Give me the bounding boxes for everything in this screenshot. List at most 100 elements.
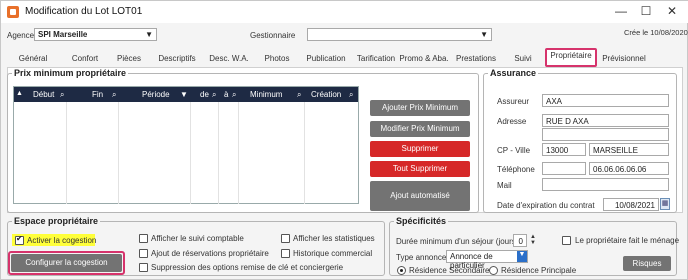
residence-secondaire-label: Résidence Secondaire (409, 266, 490, 275)
sort-icon[interactable]: ▲ (16, 90, 23, 97)
table-header: ▲ Début ⌕ Fin ⌕ Période ▼ de ⌕ à ⌕ Minim… (14, 87, 358, 102)
col-minimum[interactable]: Minimum (250, 90, 282, 99)
col-a[interactable]: à (224, 90, 228, 99)
historique-label: Historique commercial (293, 249, 373, 258)
tab-desc-wa[interactable]: Desc. W.A. (207, 51, 251, 67)
tab-proprietaire[interactable]: Propriétaire (545, 48, 597, 67)
tab-bar: Général Confort Pièces Descriptifs Desc.… (9, 48, 681, 67)
col-fin[interactable]: Fin (92, 90, 103, 99)
calendar-icon[interactable]: ▦ (660, 198, 670, 210)
adresse-label: Adresse (497, 117, 527, 126)
type-annonce-combo[interactable]: Annonce de particulier ▼ (446, 250, 528, 270)
column-divider (190, 102, 191, 204)
search-icon[interactable]: ⌕ (232, 90, 236, 100)
adresse-field-1[interactable]: RUE D AXA (542, 114, 669, 127)
agence-label: Agence (7, 31, 35, 40)
gestionnaire-combo[interactable]: ▼ (307, 28, 492, 41)
spinner-icon[interactable]: ▲ ▼ (529, 234, 537, 247)
tab-publication[interactable]: Publication (303, 51, 349, 67)
duree-label: Durée minimum d'un séjour (jours) (396, 237, 519, 246)
residence-secondaire-radio[interactable] (397, 266, 406, 275)
ajout-automatise-button[interactable]: Ajout automatisé (370, 181, 470, 211)
search-icon[interactable]: ⌕ (60, 90, 64, 100)
tab-photos[interactable]: Photos (259, 51, 295, 67)
expiration-label: Date d'expiration du contrat (497, 201, 595, 210)
tab-prestations[interactable]: Prestations (451, 51, 501, 67)
col-de[interactable]: de (200, 90, 209, 99)
prix-minimum-legend: Prix minimum propriétaire (14, 68, 127, 78)
risques-button[interactable]: Risques (623, 256, 671, 271)
tout-supprimer-button[interactable]: Tout Supprimer (370, 161, 470, 177)
tab-confort[interactable]: Confort (65, 51, 105, 67)
statistiques-label: Afficher les statistiques (293, 234, 375, 243)
search-icon[interactable]: ⌕ (349, 90, 353, 100)
modifier-prix-button[interactable]: Modifier Prix Minimum (370, 121, 470, 137)
minimize-button[interactable]: — (613, 4, 629, 18)
tab-descriptifs[interactable]: Descriptifs (155, 51, 199, 67)
search-icon[interactable]: ⌕ (297, 90, 301, 100)
residence-principale-label: Résidence Principale (501, 266, 577, 275)
agence-combo[interactable]: SPI Marseille ▼ (34, 28, 157, 41)
column-divider (238, 102, 239, 204)
cp-ville-label: CP - Ville (497, 146, 531, 155)
activer-cogestion-checkbox[interactable] (15, 234, 24, 245)
search-icon[interactable]: ⌕ (212, 90, 216, 100)
configurer-cogestion-button[interactable]: Configurer la cogestion (11, 254, 122, 272)
mail-field[interactable] (542, 178, 669, 191)
close-button[interactable]: ✕ (664, 4, 680, 18)
adresse-field-2[interactable] (542, 128, 669, 141)
assurance-legend: Assurance (490, 68, 537, 78)
col-debut[interactable]: Début (33, 90, 54, 99)
window-title: Modification du Lot LOT01 (25, 6, 143, 17)
suivi-comptable-label: Afficher le suivi comptable (151, 234, 244, 243)
supprimer-button[interactable]: Supprimer (370, 141, 470, 157)
col-periode[interactable]: Période (142, 90, 170, 99)
tab-general[interactable]: Général (13, 51, 53, 67)
type-annonce-label: Type annonce (396, 253, 447, 262)
espace-proprietaire-legend: Espace propriétaire (14, 216, 99, 226)
ajout-reservations-checkbox[interactable] (139, 249, 148, 258)
search-icon[interactable]: ⌕ (112, 90, 116, 100)
chevron-down-icon: ▼ (145, 30, 153, 39)
historique-checkbox[interactable] (281, 249, 290, 258)
tab-tarification[interactable]: Tarification (353, 51, 399, 67)
tab-previsionnel[interactable]: Prévisionnel (599, 51, 649, 67)
cp-field[interactable]: 13000 (542, 143, 586, 156)
column-divider (118, 102, 119, 204)
duree-field[interactable]: 0 (513, 234, 527, 247)
telephone-prefix-field[interactable] (542, 162, 586, 175)
column-divider (304, 102, 305, 204)
title-bar: Modification du Lot LOT01 — ☐ ✕ (1, 1, 688, 23)
gestionnaire-label: Gestionnaire (250, 31, 296, 40)
ville-field[interactable]: MARSEILLE (589, 143, 669, 156)
tab-suivi[interactable]: Suivi (505, 51, 541, 67)
assureur-field[interactable]: AXA (542, 94, 669, 107)
assureur-label: Assureur (497, 97, 530, 106)
agence-value: SPI Marseille (38, 30, 88, 39)
suppression-options-checkbox[interactable] (139, 263, 148, 272)
column-divider (218, 102, 219, 204)
residence-principale-radio[interactable] (489, 266, 498, 275)
telephone-label: Téléphone (497, 165, 535, 174)
created-date: Crée le 10/08/2020 (624, 28, 688, 37)
chevron-down-icon: ▼ (517, 251, 527, 262)
chevron-down-icon: ▼ (480, 30, 488, 39)
filter-icon[interactable]: ▼ (180, 90, 188, 99)
specificites-legend: Spécificités (396, 216, 447, 226)
tab-promo[interactable]: Promo & Aba. (399, 51, 449, 67)
window: Modification du Lot LOT01 — ☐ ✕ Agence S… (0, 0, 688, 280)
suivi-comptable-checkbox[interactable] (139, 234, 148, 243)
tab-pieces[interactable]: Pièces (111, 51, 147, 67)
statistiques-checkbox[interactable] (281, 234, 290, 243)
ajout-reservations-label: Ajout de réservations propriétaire (151, 249, 269, 258)
mail-label: Mail (497, 181, 512, 190)
maximize-button[interactable]: ☐ (638, 4, 654, 18)
menage-checkbox[interactable] (562, 236, 571, 245)
ajouter-prix-button[interactable]: Ajouter Prix Minimum (370, 100, 470, 116)
col-creation[interactable]: Création (311, 90, 341, 99)
expiration-field[interactable]: 10/08/2021 (603, 198, 659, 211)
activer-cogestion-label: Activer la cogestion (27, 236, 97, 245)
column-divider (66, 102, 67, 204)
prix-minimum-table[interactable]: ▲ Début ⌕ Fin ⌕ Période ▼ de ⌕ à ⌕ Minim… (13, 86, 359, 204)
telephone-field[interactable]: 06.06.06.06.06 (589, 162, 669, 175)
